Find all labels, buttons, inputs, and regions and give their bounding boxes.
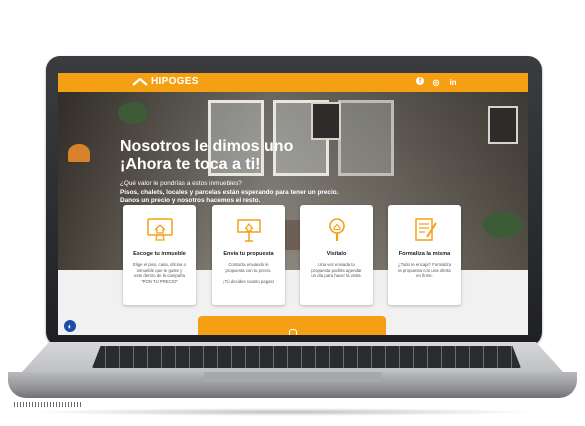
- step-description: ¿Todo te encaja? Formaliza la propuesta …: [397, 262, 452, 279]
- speaker-grill: [14, 402, 82, 407]
- hero-question: ¿Qué valor le pondrías a estos inmuebles…: [120, 180, 242, 187]
- hero-subtitle: ¿Qué valor le pondrías a estos inmuebles…: [120, 180, 338, 206]
- hero-title: Nosotros le dimos uno ¡Ahora te toca a t…: [120, 138, 293, 174]
- accessibility-icon[interactable]: ◐: [64, 320, 76, 332]
- step-card-choose[interactable]: Escoge tu inmueble Elige el piso, casa, …: [123, 205, 196, 305]
- hero-line: Pisos, chalets, locales y parcelas están…: [120, 188, 339, 196]
- step-card-formalize[interactable]: Formaliza la misma ¿Todo te encaja? Form…: [388, 205, 461, 305]
- wall-frame-image: [311, 102, 341, 140]
- step-card-visit[interactable]: Visítalo Una vez enviada tu propuesta po…: [300, 205, 373, 305]
- hero-title-line: ¡Ahora te toca a ti!: [120, 156, 261, 173]
- step-description: Elige el piso, casa, oficina o inmueble …: [132, 262, 187, 284]
- laptop-front: [8, 372, 577, 407]
- step-title: Escoge tu inmueble: [133, 251, 186, 257]
- instagram-icon[interactable]: ◎: [431, 77, 441, 87]
- plant-image: [483, 212, 523, 238]
- sign-board-icon: [236, 219, 261, 242]
- social-links: f ◎ in: [416, 77, 458, 87]
- monitor-house-icon: [146, 218, 173, 241]
- linkedin-icon[interactable]: in: [448, 77, 458, 87]
- step-title: Visítalo: [326, 251, 347, 257]
- step-description: Contacta enviando le propuesta con tu pr…: [223, 262, 274, 284]
- step-description: Una vez enviada tu propuesta podrás agen…: [311, 262, 362, 279]
- laptop-base: [8, 342, 577, 414]
- step-title: Formaliza la misma: [398, 251, 451, 257]
- brand-name: HIPOGES: [151, 76, 199, 87]
- plant-image: [118, 102, 148, 124]
- magnifier-house-icon: [328, 218, 345, 241]
- roof-icon: [132, 77, 148, 86]
- wall-frame-image: [488, 106, 518, 144]
- laptop-screen: HIPOGES f ◎ in Nosotros le dimos uno ¡Ah…: [58, 73, 528, 335]
- mouse-icon: [289, 329, 297, 335]
- top-bar: HIPOGES f ◎ in: [58, 73, 528, 92]
- lamp-image: [68, 144, 90, 162]
- trackpad: [204, 372, 382, 382]
- hero-title-line: Nosotros le dimos uno: [120, 138, 294, 155]
- keyboard-deck: [22, 342, 563, 372]
- hipoges-logo[interactable]: HIPOGES: [132, 76, 199, 87]
- document-pen-icon: [414, 218, 437, 241]
- facebook-icon[interactable]: f: [416, 77, 424, 85]
- window-image: [338, 100, 394, 176]
- step-title: Envía tu propuesta: [223, 251, 274, 257]
- step-card-send[interactable]: Envía tu propuesta Contacta enviando le …: [212, 205, 285, 305]
- keyboard: [92, 346, 521, 368]
